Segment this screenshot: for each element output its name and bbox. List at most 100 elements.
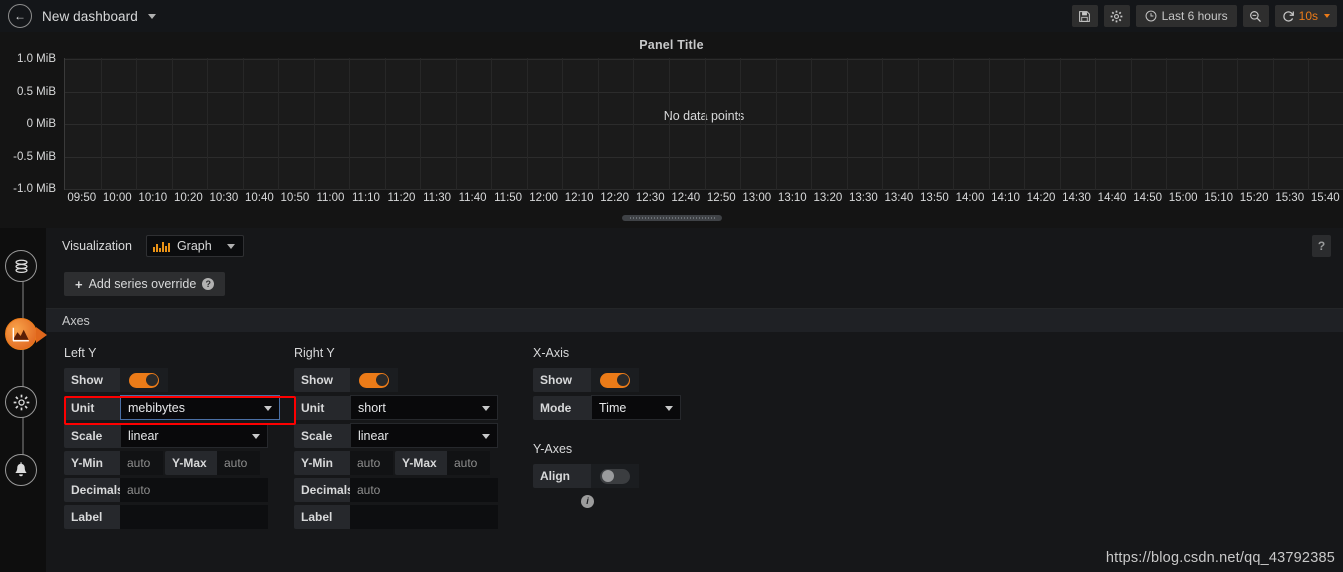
left-y-show-toggle-cell xyxy=(120,368,168,392)
x-axis-tick-label: 12:10 xyxy=(564,192,594,204)
right-y-show-toggle[interactable] xyxy=(359,372,389,388)
grid-line-vertical xyxy=(775,58,777,190)
x-axis-tick-label: 11:40 xyxy=(458,192,487,204)
dashboard-title-dropdown[interactable]: New dashboard xyxy=(42,9,156,24)
back-arrow-icon[interactable]: ← xyxy=(8,4,32,28)
panel-help-button[interactable]: ? xyxy=(1312,235,1331,257)
right-y-decimals-input[interactable]: auto xyxy=(350,478,498,502)
x-axis-show-row: Show xyxy=(533,368,733,392)
grid-line-vertical xyxy=(384,58,386,190)
x-axis-tick-label: 15:30 xyxy=(1275,192,1305,204)
left-y-decimals-row: Decimals auto xyxy=(64,478,309,502)
right-y-column: Right Y Show Unit short Scale linear Y-M… xyxy=(294,346,534,532)
right-y-label-label: Label xyxy=(294,505,350,529)
time-range-picker[interactable]: Last 6 hours xyxy=(1135,5,1237,27)
grid-line-vertical xyxy=(740,58,742,190)
grid-line-vertical xyxy=(420,58,422,190)
add-series-override-label: Add series override xyxy=(88,277,197,291)
right-y-scale-row: Scale linear xyxy=(294,423,534,448)
sidebar-item-general[interactable] xyxy=(5,386,37,418)
grid-line-vertical xyxy=(136,58,138,190)
x-axis-tick-label: 11:00 xyxy=(316,192,345,204)
grid-line-vertical xyxy=(917,58,919,190)
right-y-scale-label: Scale xyxy=(294,423,350,448)
right-y-min-input[interactable]: auto xyxy=(350,451,393,475)
sidebar-item-alert[interactable] xyxy=(5,454,37,486)
left-y-unit-label: Unit xyxy=(64,395,120,420)
watermark-text: https://blog.csdn.net/qq_43792385 xyxy=(1105,550,1335,566)
search-minus-icon xyxy=(1250,10,1262,22)
y-axes-align-toggle[interactable] xyxy=(600,468,630,484)
grid-line-vertical xyxy=(1130,58,1132,190)
right-y-scale-dropdown[interactable]: linear xyxy=(350,423,498,448)
y-axis-tick-label: -1.0 MiB xyxy=(13,183,56,195)
right-y-max-input[interactable]: auto xyxy=(447,451,490,475)
y-axes-align-info[interactable]: i xyxy=(581,491,733,509)
left-y-show-row: Show xyxy=(64,368,309,392)
plot-area[interactable]: No data points xyxy=(64,58,1343,190)
refresh-interval-picker[interactable]: 10s xyxy=(1274,5,1337,27)
left-y-unit-dropdown[interactable]: mebibytes xyxy=(120,395,280,420)
x-axis-mode-label: Mode xyxy=(533,395,591,420)
graph-panel: Panel Title 1.0 MiB 0.5 MiB 0 MiB -0.5 MiB -… xyxy=(0,32,1343,217)
x-axis-show-toggle[interactable] xyxy=(600,372,630,388)
save-dashboard-button[interactable] xyxy=(1071,5,1098,27)
x-axis-mode-value: Time xyxy=(599,400,627,415)
x-axis-tick-label: 14:20 xyxy=(1026,192,1056,204)
y-axes-align-label: Align xyxy=(533,464,591,488)
grid-line-vertical xyxy=(1308,58,1310,190)
x-axis-tick-label: 11:10 xyxy=(352,192,380,204)
grid-line-vertical xyxy=(526,58,528,190)
right-y-decimals-row: Decimals auto xyxy=(294,478,534,502)
grid-line-vertical xyxy=(313,58,315,190)
grid-line-vertical xyxy=(491,58,493,190)
chevron-down-icon xyxy=(665,405,673,411)
sidebar-item-visualization[interactable] xyxy=(5,318,47,350)
right-y-title: Right Y xyxy=(294,346,335,360)
left-y-show-toggle[interactable] xyxy=(129,372,159,388)
x-axis-tick-label: 10:20 xyxy=(173,192,203,204)
add-series-override-button[interactable]: + Add series override ? xyxy=(64,272,226,296)
x-axis-mode-dropdown[interactable]: Time xyxy=(591,395,681,420)
right-y-label-input[interactable] xyxy=(350,505,498,529)
right-y-decimals-label: Decimals xyxy=(294,478,350,502)
y-axis-tick-label: 0.5 MiB xyxy=(17,85,56,98)
left-y-title: Left Y xyxy=(64,346,97,360)
left-y-unit-row: Unit mebibytes xyxy=(64,395,309,420)
x-axis-tick-label: 12:50 xyxy=(706,192,736,204)
right-y-unit-dropdown[interactable]: short xyxy=(350,395,498,420)
left-y-decimals-label: Decimals xyxy=(64,478,120,502)
left-y-max-input[interactable]: auto xyxy=(217,451,260,475)
panel-title: Panel Title xyxy=(639,38,704,52)
sidebar-item-queries[interactable] xyxy=(5,250,37,282)
left-y-max-label: Y-Max xyxy=(165,451,217,475)
x-axis-tick-label: 13:30 xyxy=(848,192,878,204)
zoom-out-time-button[interactable] xyxy=(1242,5,1269,27)
panel-resize-handle[interactable] xyxy=(621,215,722,221)
right-y-minmax-row: Y-Min auto Y-Max auto xyxy=(294,451,534,475)
x-axis-tick-label: 11:20 xyxy=(387,192,416,204)
visualization-type-dropdown[interactable]: Graph xyxy=(145,235,244,257)
x-axis-show-label: Show xyxy=(533,368,591,392)
y-axes-align-row: Align xyxy=(533,464,733,488)
grid-line-vertical xyxy=(1237,58,1239,190)
x-axis-column: X-Axis Show Mode Time Y-Axes Align i xyxy=(533,346,733,509)
x-axis-tick-label: 10:50 xyxy=(280,192,310,204)
left-y-min-input[interactable]: auto xyxy=(120,451,163,475)
grid-line-vertical xyxy=(953,58,955,190)
dashboard-settings-button[interactable] xyxy=(1103,5,1130,27)
y-axes-align-toggle-cell xyxy=(591,464,639,488)
x-axis-tick-label: 10:10 xyxy=(138,192,168,204)
x-axis-tick-label: 11:50 xyxy=(494,192,523,204)
left-y-scale-dropdown[interactable]: linear xyxy=(120,423,268,448)
x-axis-mode-row: Mode Time xyxy=(533,395,733,420)
x-axis-tick-label: 13:00 xyxy=(742,192,772,204)
chevron-down-icon xyxy=(482,405,490,411)
x-axis-tick-label: 14:40 xyxy=(1097,192,1127,204)
left-y-decimals-input[interactable]: auto xyxy=(120,478,268,502)
axes-options-body: Left Y Show Unit mebibytes Scale linear … xyxy=(46,332,1343,529)
x-axis-tick-label: 15:20 xyxy=(1239,192,1269,204)
left-y-label-input[interactable] xyxy=(120,505,268,529)
axes-section-header: Axes xyxy=(46,308,1343,332)
grid-line-vertical xyxy=(349,58,351,190)
